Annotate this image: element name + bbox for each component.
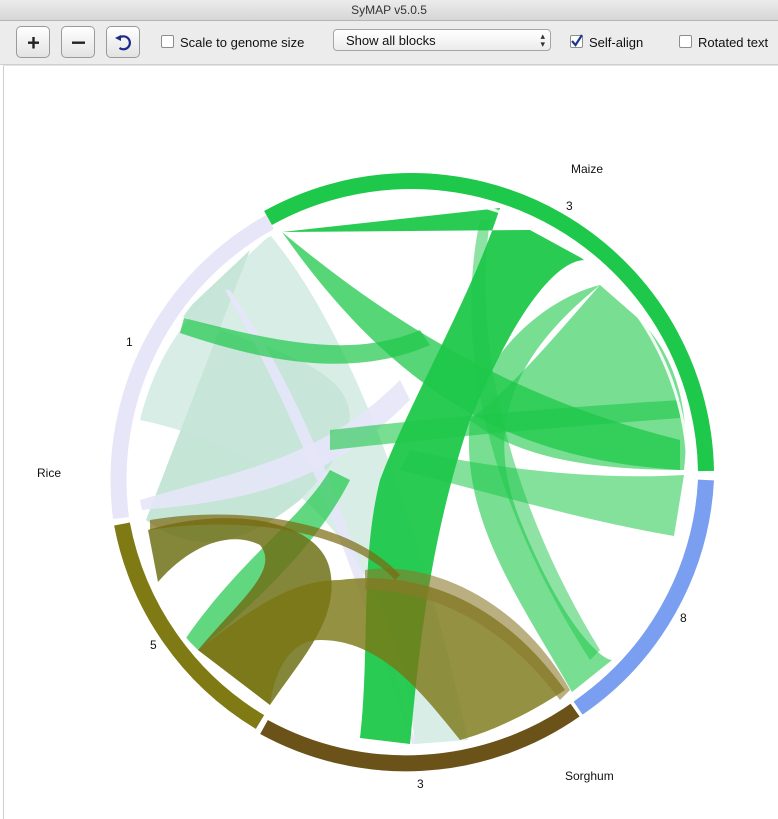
chromosome-label: 3 [417,777,424,791]
synteny-ribbons [140,208,686,744]
chord-diagram: Maize Rice Sorghum 3 8 3 5 1 [37,162,714,791]
chromosome-label: 8 [680,611,687,625]
chromosome-label: 3 [566,199,573,213]
genome-label-sorghum: Sorghum [565,769,614,783]
genome-label-maize: Maize [571,162,603,176]
chromosome-label: 5 [150,638,157,652]
chromosome-label: 1 [126,335,133,349]
genome-label-rice: Rice [37,466,61,480]
